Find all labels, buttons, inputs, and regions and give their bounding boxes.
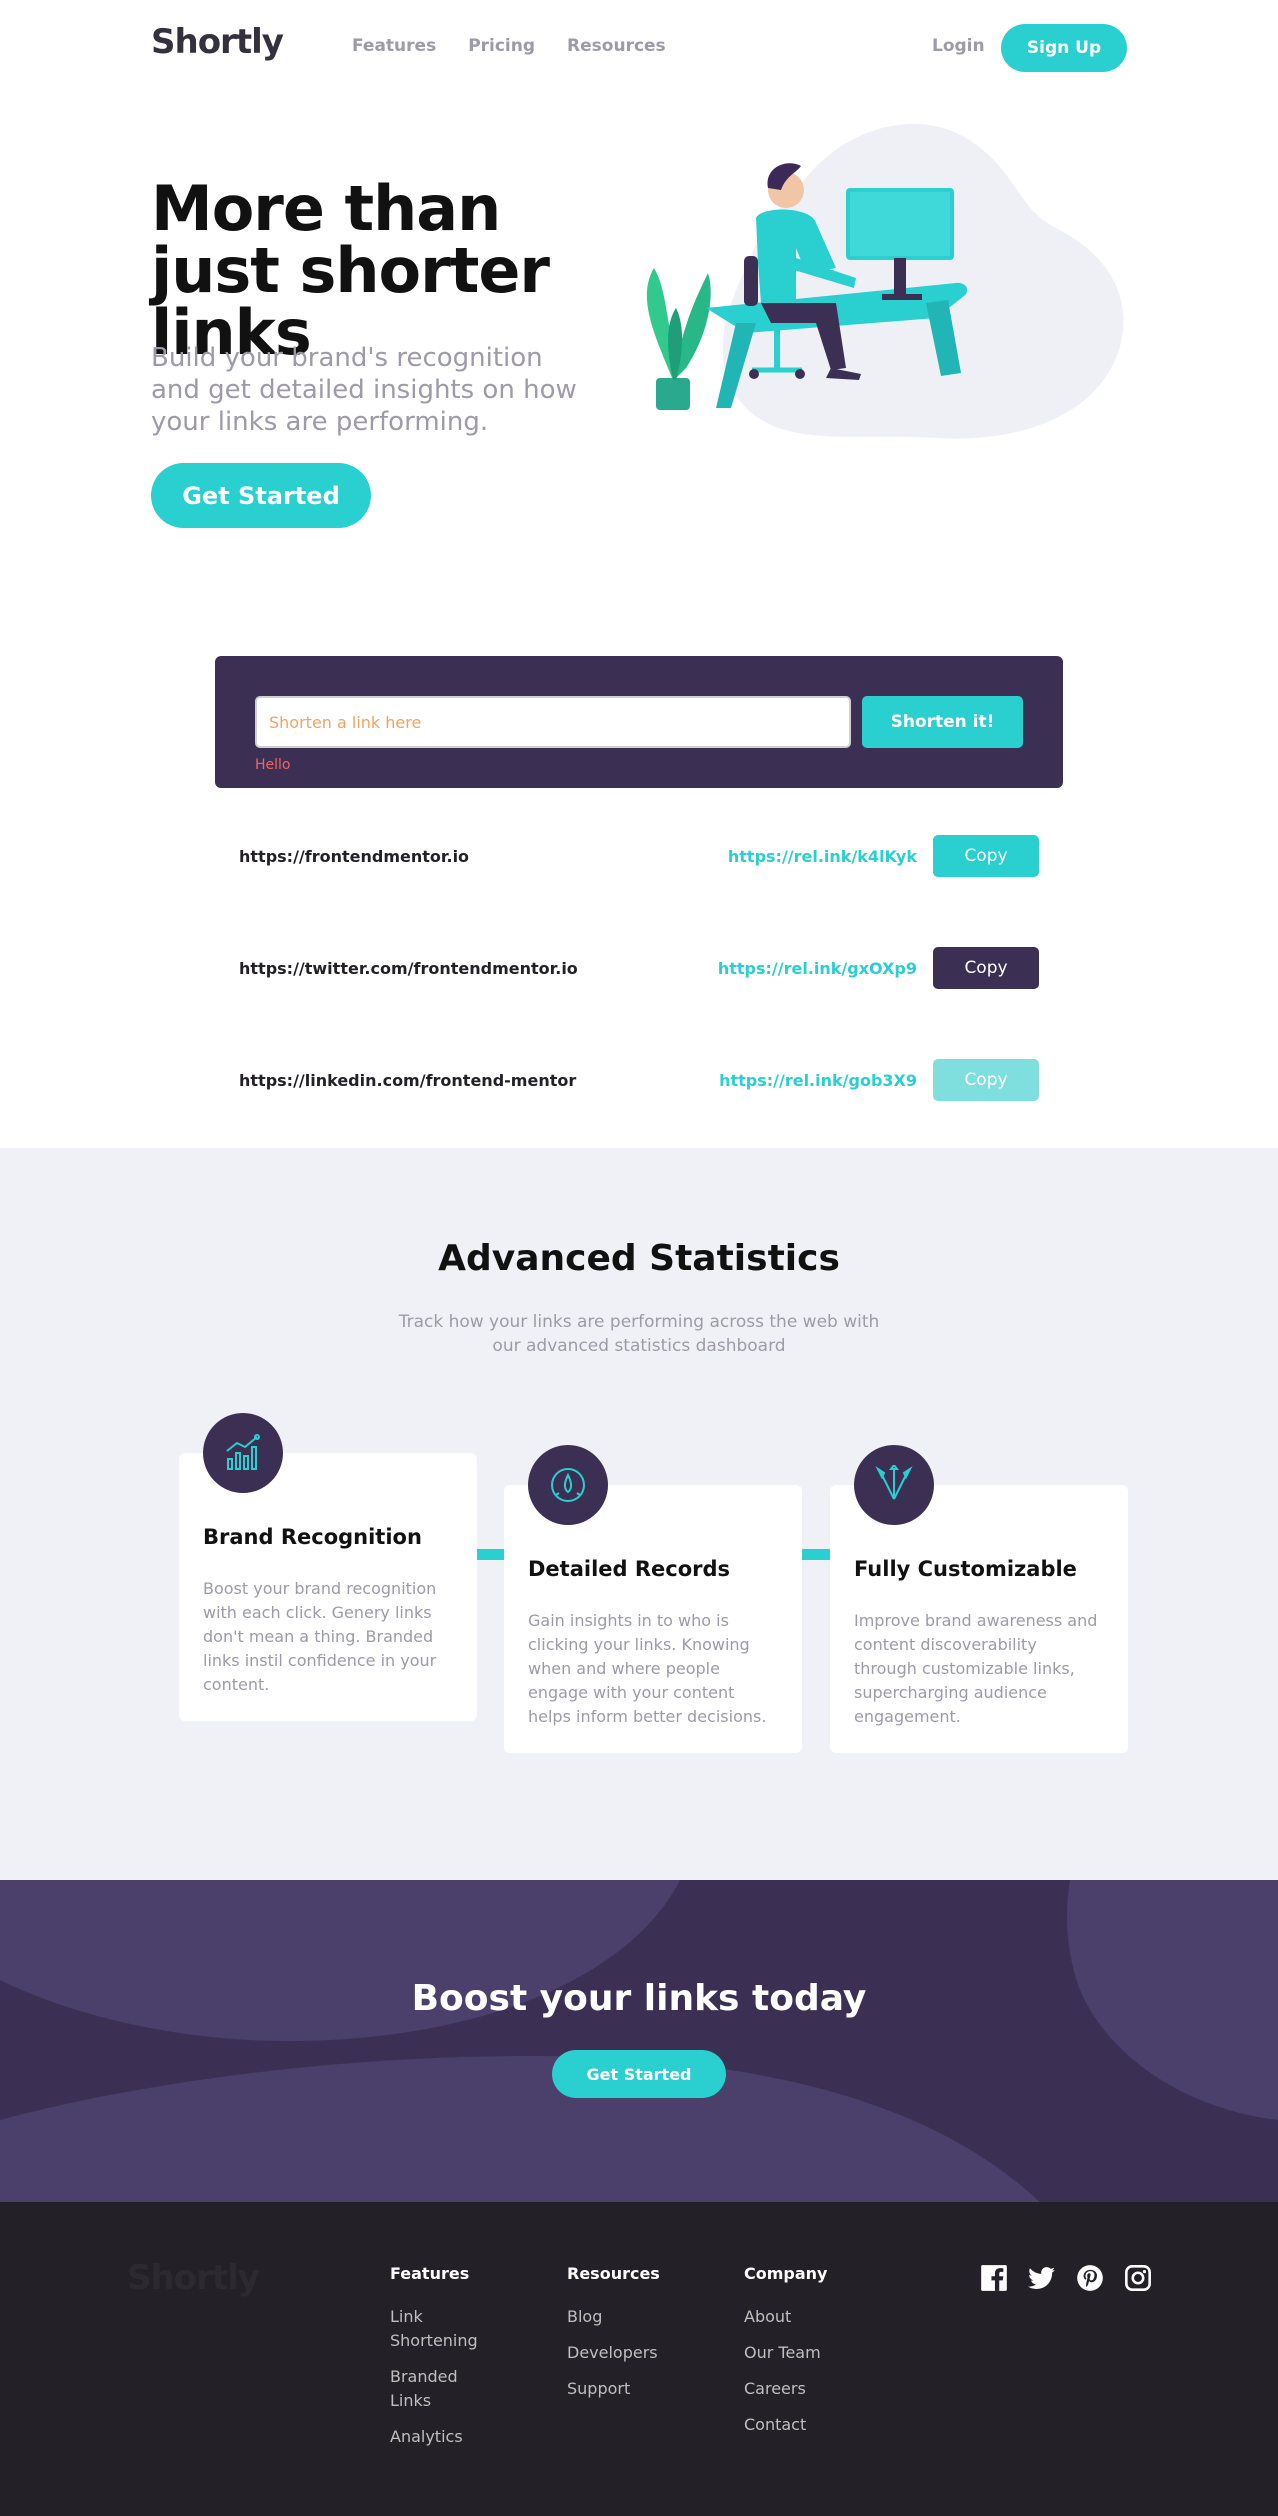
footer-column-company: Company About Our Team Careers Contact: [744, 2264, 844, 2449]
footer-link[interactable]: Link Shortening: [390, 2305, 490, 2353]
logo[interactable]: Shortly: [151, 22, 284, 62]
shorten-input[interactable]: Shorten a link here: [255, 696, 851, 748]
boost-section: Boost your links today Get Started: [0, 1880, 1278, 2202]
brush-icon: [854, 1445, 934, 1525]
copy-button[interactable]: Copy: [933, 835, 1039, 877]
stats-title: Advanced Statistics: [438, 1238, 840, 1279]
footer-link[interactable]: Blog: [567, 2305, 667, 2329]
login-link[interactable]: Login: [932, 36, 985, 56]
facebook-icon[interactable]: [980, 2264, 1008, 2292]
footer-link[interactable]: Branded Links: [390, 2365, 490, 2413]
top-nav: Shortly Features Pricing Resources Login…: [0, 0, 1278, 95]
card-connector: [476, 1549, 506, 1560]
result-original-link: https://twitter.com/frontendmentor.io: [239, 959, 578, 978]
pinterest-icon[interactable]: [1076, 2264, 1104, 2292]
stats-subtitle: Track how your links are performing acro…: [398, 1312, 880, 1356]
footer-link[interactable]: Careers: [744, 2377, 844, 2401]
nav-link-resources[interactable]: Resources: [567, 36, 666, 56]
shorten-button[interactable]: Shorten it!: [862, 696, 1023, 748]
hero-subtitle: Build your brand's recognition and get d…: [151, 343, 577, 437]
footer-logo[interactable]: Shortly: [127, 2258, 260, 2298]
nav-links: Features Pricing Resources: [352, 36, 666, 56]
result-row: https://frontendmentor.io https://rel.in…: [215, 827, 1063, 885]
shorten-error-message: Hello: [255, 757, 291, 773]
card-title: Fully Customizable: [854, 1557, 1077, 1581]
stat-card-detailed-records: Detailed Records Gain insights in to who…: [504, 1445, 802, 1753]
result-original-link: https://linkedin.com/frontend-mentor: [239, 1071, 577, 1090]
working-illustration: [646, 123, 1124, 439]
stat-card-fully-customizable: Fully Customizable Improve brand awarene…: [830, 1445, 1128, 1753]
footer-link[interactable]: Support: [567, 2377, 667, 2401]
result-row: https://linkedin.com/frontend-mentor htt…: [215, 1051, 1063, 1109]
hero-title: More than just shorter links: [151, 172, 550, 369]
footer-column-features: Features Link Shortening Branded Links A…: [390, 2264, 490, 2461]
result-short-link[interactable]: https://rel.ink/gxOXp9: [718, 959, 917, 978]
nav-link-pricing[interactable]: Pricing: [468, 36, 535, 56]
instagram-icon[interactable]: [1124, 2264, 1152, 2292]
boost-get-started-button[interactable]: Get Started: [552, 2050, 726, 2098]
footer-link[interactable]: About: [744, 2305, 844, 2329]
card-connector: [801, 1549, 831, 1560]
chart-icon: [203, 1413, 283, 1493]
footer-heading: Company: [744, 2264, 828, 2283]
footer-heading: Resources: [567, 2264, 660, 2283]
footer: Shortly Features Link Shortening Branded…: [0, 2202, 1278, 2516]
footer-column-resources: Resources Blog Developers Support: [567, 2264, 667, 2413]
social-links: [980, 2264, 1152, 2292]
gauge-icon: [528, 1445, 608, 1525]
result-short-link[interactable]: https://rel.ink/k4lKyk: [728, 847, 917, 866]
result-short-link[interactable]: https://rel.ink/gob3X9: [719, 1071, 917, 1090]
card-title: Brand Recognition: [203, 1525, 422, 1549]
card-text: Boost your brand recognition with each c…: [203, 1579, 437, 1694]
boost-title: Boost your links today: [411, 1978, 867, 2019]
signup-button[interactable]: Sign Up: [1001, 24, 1127, 72]
result-original-link: https://frontendmentor.io: [239, 847, 470, 866]
result-row: https://twitter.com/frontendmentor.io ht…: [215, 939, 1063, 997]
card-text: Improve brand awareness and content disc…: [854, 1611, 1098, 1726]
copy-button[interactable]: Copy: [933, 1059, 1039, 1101]
nav-link-features[interactable]: Features: [352, 36, 436, 56]
boost-background-waves: [0, 1880, 1278, 2202]
footer-link[interactable]: Contact: [744, 2413, 844, 2437]
card-title: Detailed Records: [528, 1557, 731, 1581]
footer-link[interactable]: Developers: [567, 2341, 667, 2365]
hero-get-started-button[interactable]: Get Started: [151, 463, 371, 528]
stat-card-brand-recognition: Brand Recognition Boost your brand recog…: [179, 1413, 477, 1721]
footer-link[interactable]: Analytics: [390, 2425, 490, 2449]
card-text: Gain insights in to who is clicking your…: [528, 1611, 767, 1726]
twitter-icon[interactable]: [1028, 2264, 1056, 2292]
shorten-form: Shorten a link here Shorten it! Hello: [215, 656, 1063, 788]
footer-link[interactable]: Our Team: [744, 2341, 844, 2365]
copy-button[interactable]: Copy: [933, 947, 1039, 989]
footer-heading: Features: [390, 2264, 470, 2283]
